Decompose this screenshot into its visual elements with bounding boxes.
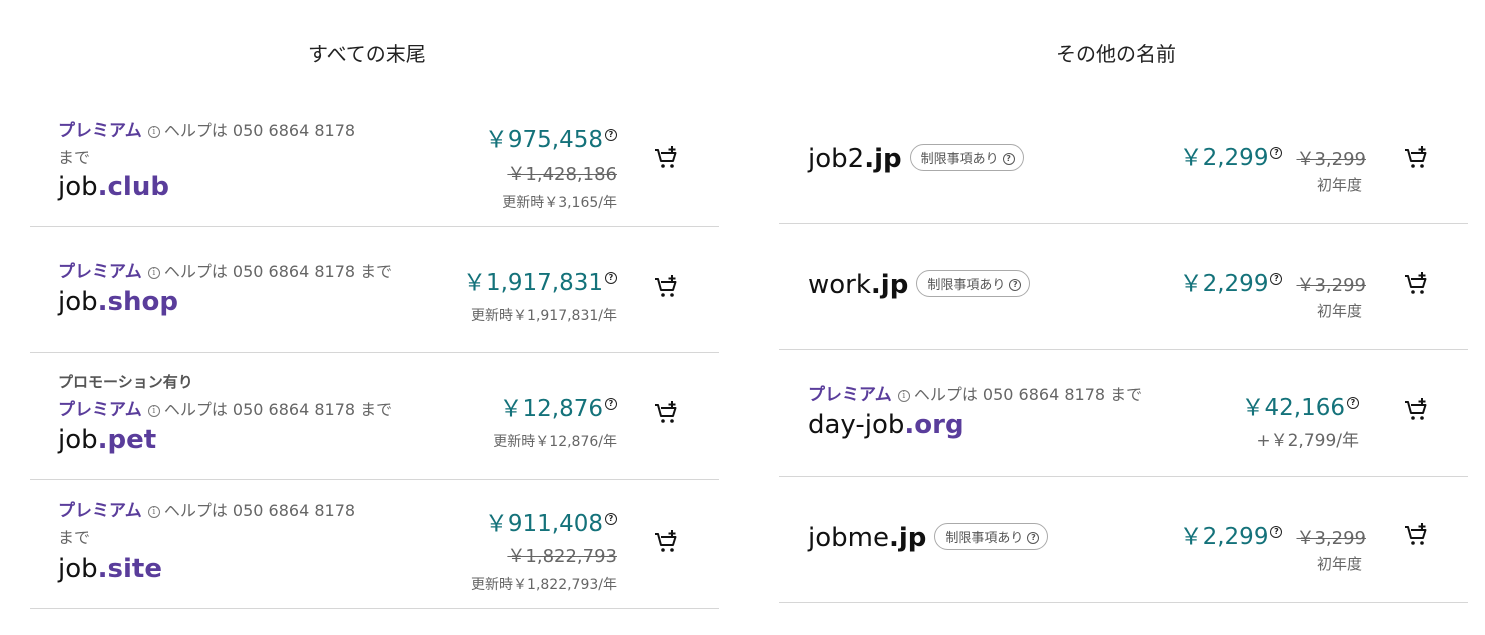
domain-name[interactable]: work.jp 制限事項あり?	[808, 270, 1031, 300]
price: ￥2,299	[1179, 145, 1269, 171]
domain-name[interactable]: job2.jp 制限事項あり?	[808, 144, 1024, 174]
help-text: ヘルプは 050 6864 8178	[163, 121, 356, 140]
domain-result-row[interactable]: プロモーション有り プレミアム i ヘルプは 050 6864 8178 まで jo…	[30, 353, 719, 480]
question-circle-icon: ?	[1009, 279, 1022, 291]
price: ￥42,166	[1241, 395, 1345, 421]
info-icon[interactable]: i	[147, 267, 160, 279]
info-icon[interactable]: i	[897, 390, 910, 402]
question-circle-icon[interactable]: ?	[605, 129, 617, 141]
price: ￥1,917,831	[462, 270, 603, 296]
add-to-cart-icon[interactable]	[653, 399, 681, 427]
help-text: ヘルプは 050 6864 8178 まで	[163, 400, 393, 419]
renewal-price: +￥2,799/年	[1256, 431, 1359, 451]
help-text-cont: まで	[58, 528, 91, 547]
original-price: ￥1,428,186	[507, 164, 617, 185]
price: ￥911,408	[484, 511, 603, 537]
add-to-cart-icon[interactable]	[653, 144, 681, 172]
add-to-cart-icon[interactable]	[653, 273, 681, 301]
info-icon[interactable]: i	[147, 506, 160, 518]
question-circle-icon[interactable]: ?	[605, 272, 617, 284]
help-text: ヘルプは 050 6864 8178 まで	[163, 262, 393, 281]
domain-name[interactable]: day-job.org	[808, 410, 964, 440]
premium-label: プレミアム	[808, 385, 892, 405]
help-text: ヘルプは 050 6864 8178 まで	[913, 385, 1143, 404]
help-text: ヘルプは 050 6864 8178	[163, 501, 356, 520]
restriction-badge[interactable]: 制限事項あり?	[934, 523, 1049, 550]
add-to-cart-icon[interactable]	[653, 528, 681, 556]
premium-label: プレミアム	[58, 501, 142, 521]
original-price: ￥3,299	[1296, 528, 1366, 549]
price: ￥975,458	[484, 127, 603, 153]
add-to-cart-icon[interactable]	[1403, 521, 1431, 549]
original-price: ￥3,299	[1296, 149, 1366, 170]
first-year-label: 初年度	[1316, 176, 1362, 194]
premium-label: プレミアム	[58, 262, 142, 282]
restriction-badge[interactable]: 制限事項あり?	[909, 144, 1024, 171]
original-price: ￥3,299	[1296, 275, 1366, 296]
renewal-price: 更新時￥1,822,793/年	[471, 577, 617, 593]
original-price: ￥1,822,793	[507, 546, 617, 567]
question-circle-icon[interactable]: ?	[605, 398, 617, 410]
first-year-label: 初年度	[1316, 555, 1362, 573]
question-circle-icon[interactable]: ?	[1270, 526, 1283, 538]
domain-name[interactable]: job.pet	[58, 425, 156, 455]
add-to-cart-icon[interactable]	[1403, 396, 1431, 424]
price: ￥12,876	[499, 396, 603, 422]
renewal-price: 更新時￥1,917,831/年	[471, 308, 617, 324]
question-circle-icon[interactable]: ?	[1347, 397, 1359, 409]
info-icon[interactable]: i	[147, 126, 160, 138]
price: ￥2,299	[1179, 524, 1269, 550]
all-tlds-title: すべての末尾	[308, 42, 426, 66]
renewal-price: 更新時￥3,165/年	[502, 195, 617, 211]
domain-result-row[interactable]: job2.jp 制限事項あり? ￥2,299? ￥3,299 初年度	[779, 98, 1468, 224]
premium-label: プレミアム	[58, 400, 142, 420]
question-circle-icon[interactable]: ?	[1270, 273, 1283, 285]
price: ￥2,299	[1179, 271, 1269, 297]
add-to-cart-icon[interactable]	[1403, 270, 1431, 298]
domain-name[interactable]: job.shop	[58, 287, 178, 317]
promotion-label: プロモーション有り	[58, 373, 193, 391]
restriction-badge[interactable]: 制限事項あり?	[916, 270, 1031, 297]
domain-result-row[interactable]: jobme.jp 制限事項あり? ￥2,299? ￥3,299 初年度	[779, 477, 1468, 603]
domain-result-row[interactable]: プレミアム i ヘルプは 050 6864 8178 まで day-job.org …	[779, 350, 1468, 477]
help-text-cont: まで	[58, 148, 91, 167]
question-circle-icon: ?	[1027, 532, 1040, 544]
domain-name[interactable]: jobme.jp 制限事項あり?	[808, 523, 1049, 553]
add-to-cart-icon[interactable]	[1403, 144, 1431, 172]
renewal-price: 更新時￥12,876/年	[493, 434, 617, 450]
domain-name[interactable]: job.club	[58, 172, 169, 202]
premium-label: プレミアム	[58, 121, 142, 141]
question-circle-icon[interactable]: ?	[1270, 147, 1283, 159]
question-circle-icon: ?	[1002, 153, 1015, 165]
domain-name[interactable]: job.site	[58, 554, 162, 584]
domain-result-row[interactable]: work.jp 制限事項あり? ￥2,299? ￥3,299 初年度	[779, 224, 1468, 350]
domain-result-row[interactable]: プレミアム i ヘルプは 050 6864 8178 まで job.shop ￥1,…	[30, 227, 719, 353]
other-names-title: その他の名前	[1056, 42, 1176, 66]
info-icon[interactable]: i	[147, 405, 160, 417]
question-circle-icon[interactable]: ?	[605, 513, 617, 525]
domain-result-row[interactable]: プレミアム i ヘルプは 050 6864 8178 まで job.site ￥91…	[30, 480, 719, 609]
first-year-label: 初年度	[1316, 302, 1362, 320]
domain-result-row[interactable]: プレミアム i ヘルプは 050 6864 8178 まで job.club ￥97…	[30, 100, 719, 227]
